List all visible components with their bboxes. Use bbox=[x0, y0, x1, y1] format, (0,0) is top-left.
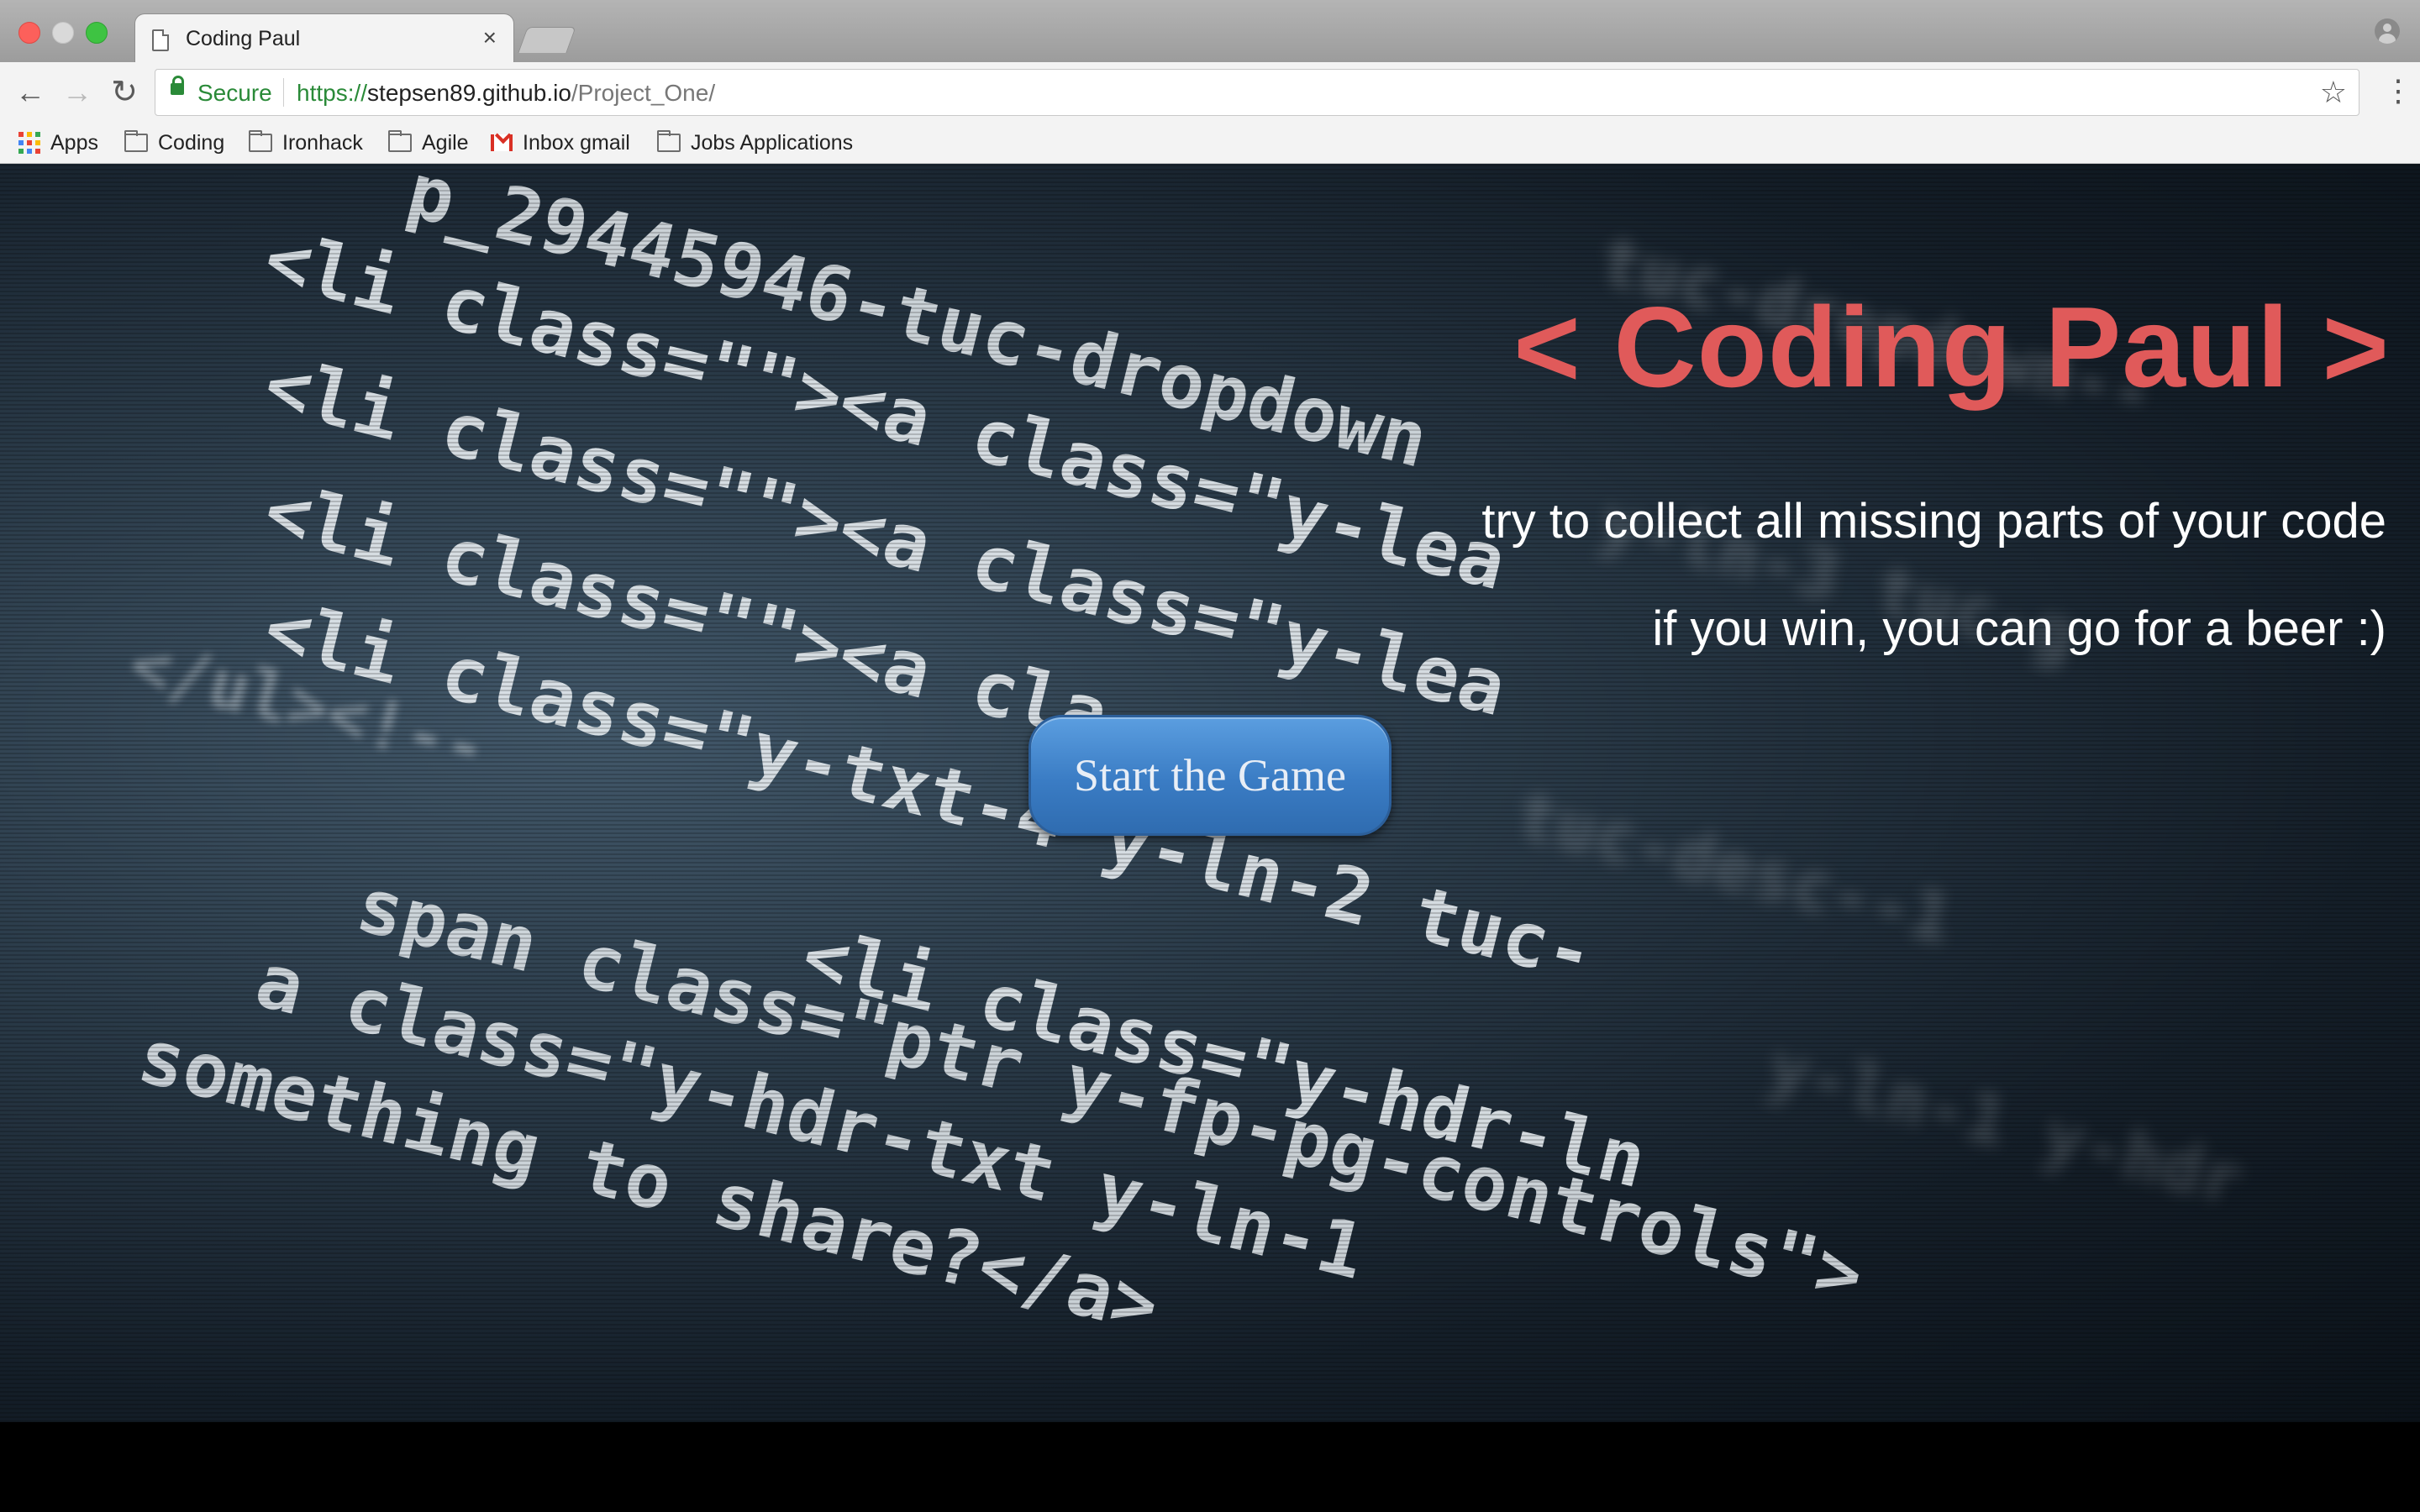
zoom-window-button[interactable] bbox=[86, 22, 108, 44]
bookmark-label: Inbox gmail bbox=[523, 130, 630, 155]
folder-icon bbox=[657, 130, 681, 152]
svg-text:y-ln-1 y-hdr: y-ln-1 y-hdr bbox=[1760, 1027, 2250, 1221]
bookmark-star-icon[interactable]: ☆ bbox=[2320, 75, 2347, 110]
page-content: p_29445946-tuc-dropdown <li class=""><a … bbox=[0, 164, 2420, 1422]
url-path: /Project_One/ bbox=[571, 80, 716, 106]
profile-icon[interactable] bbox=[2375, 18, 2400, 44]
bookmark-jobs-applications[interactable]: Jobs Applications bbox=[657, 123, 853, 163]
secure-label[interactable]: Secure bbox=[197, 80, 272, 107]
browser-tab[interactable]: Coding Paul × bbox=[134, 13, 514, 63]
instructions-text: try to collect all missing parts of your… bbox=[1481, 494, 2386, 549]
minimize-window-button[interactable] bbox=[52, 22, 74, 44]
bookmark-label: Ironhack bbox=[282, 130, 363, 155]
bookmark-ironhack[interactable]: Ironhack bbox=[249, 123, 363, 163]
bookmark-label: Jobs Applications bbox=[691, 130, 854, 155]
gmail-icon bbox=[491, 134, 513, 151]
browser-toolbar: ← → ↻ Secure https://stepsen89.github.io… bbox=[0, 62, 2420, 123]
bookmarks-bar: Apps Coding Ironhack Agile Inbox gmail J… bbox=[0, 123, 2420, 164]
browser-menu-icon[interactable]: ⋮ bbox=[2383, 76, 2413, 106]
bookmark-apps[interactable]: Apps bbox=[18, 123, 98, 163]
address-divider bbox=[283, 78, 284, 107]
lock-icon[interactable] bbox=[171, 76, 184, 95]
url-host: stepsen89.github.io bbox=[367, 80, 571, 106]
new-tab-button[interactable] bbox=[518, 27, 576, 53]
bookmark-coding[interactable]: Coding bbox=[124, 123, 224, 163]
folder-icon bbox=[388, 130, 412, 152]
bookmark-label: Apps bbox=[50, 130, 98, 155]
reload-button[interactable]: ↻ bbox=[106, 74, 143, 111]
url-text[interactable]: https://stepsen89.github.io/Project_One/ bbox=[297, 80, 715, 107]
start-game-button[interactable]: Start the Game bbox=[1028, 715, 1392, 836]
url-scheme: https:// bbox=[297, 80, 368, 106]
bookmark-agile[interactable]: Agile bbox=[388, 123, 469, 163]
close-tab-icon[interactable]: × bbox=[483, 24, 497, 51]
page-title: < Coding Paul > bbox=[1513, 283, 2390, 411]
bookmark-inbox-gmail[interactable]: Inbox gmail bbox=[491, 123, 630, 163]
folder-icon bbox=[124, 130, 148, 152]
back-button[interactable]: ← bbox=[12, 74, 49, 111]
close-window-button[interactable] bbox=[18, 22, 40, 44]
apps-icon bbox=[18, 132, 40, 154]
folder-icon bbox=[249, 130, 272, 152]
forward-button[interactable]: → bbox=[59, 74, 96, 111]
bookmark-label: Coding bbox=[158, 130, 225, 155]
tab-strip: Coding Paul × bbox=[0, 0, 2420, 63]
address-bar[interactable]: Secure https://stepsen89.github.io/Proje… bbox=[155, 69, 2360, 116]
reward-text: if you win, you can go for a beer :) bbox=[1652, 601, 2386, 656]
bookmark-label: Agile bbox=[422, 130, 469, 155]
page-icon bbox=[152, 29, 169, 51]
tab-title: Coding Paul bbox=[186, 27, 301, 50]
bottom-bar bbox=[0, 1422, 2420, 1512]
